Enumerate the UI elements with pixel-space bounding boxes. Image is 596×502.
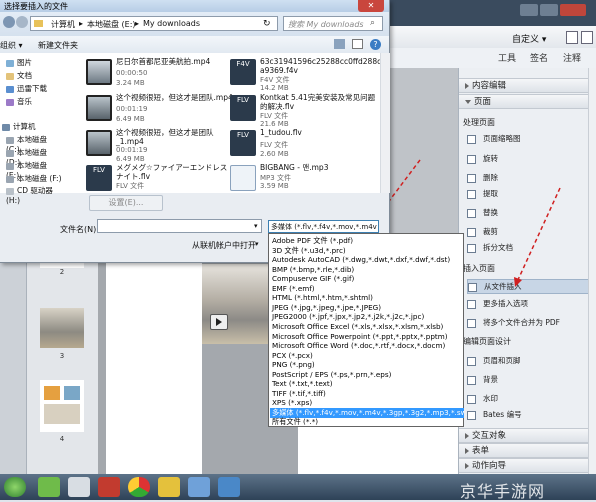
computer-icon xyxy=(2,123,10,131)
insert-file-dialog: 选择要插入的文件 ✕ 计算机 ▸ 本地磁盘 (E:) ▸ My download… xyxy=(0,0,390,263)
filetype-option[interactable]: 所有文件 (*.*) xyxy=(270,417,464,427)
filetype-dropdown-list: Adobe PDF 文件 (*.pdf) 3D 文件 (*.u3d,*.prc) A… xyxy=(268,233,464,427)
breadcrumb-computer[interactable]: 计算机 xyxy=(51,19,75,30)
navigation-pane: 图片 文档 迅雷下载 音乐 计算机 本地磁盘 (C:) 本地磁盘 (D:) 本地… xyxy=(0,53,63,205)
search-icon[interactable]: ⌕ xyxy=(370,18,375,28)
chevron-down-icon: ▾ xyxy=(255,240,259,248)
flv-file-icon: FLV xyxy=(86,165,112,191)
nav-computer[interactable]: 计算机 xyxy=(2,121,36,132)
file-list-scrollbar[interactable] xyxy=(380,53,390,193)
breadcrumb-separator: ▸ xyxy=(79,19,84,28)
file-item[interactable]: BIGBANG - 맨.mp3 MP3 文件 3.59 MB xyxy=(230,163,378,195)
pictures-icon xyxy=(6,59,14,67)
back-icon[interactable] xyxy=(3,16,15,28)
view-icon[interactable] xyxy=(334,39,345,49)
open-from-online-account-button[interactable]: 从联机帐户中打开 xyxy=(192,240,256,251)
dialog-close-button[interactable]: ✕ xyxy=(358,0,384,12)
help-icon[interactable]: ? xyxy=(370,39,381,50)
taskbar-app-icon[interactable] xyxy=(158,477,180,497)
nav-music[interactable]: 音乐 xyxy=(6,96,32,107)
nav-documents[interactable]: 文档 xyxy=(6,70,32,81)
breadcrumb-separator: ▸ xyxy=(135,19,140,28)
drive-icon xyxy=(6,175,14,183)
video-thumbnail-icon xyxy=(86,59,112,85)
dialog-toolbar: 组织 ▾ 新建文件夹 ? xyxy=(0,36,389,54)
music-icon xyxy=(6,98,14,106)
watermark-text: 京华手游网 xyxy=(460,482,546,501)
file-item[interactable]: 尼日尔首都尼亚美航拍.mp4 00:00:50 3.24 MB xyxy=(86,57,234,89)
download-folder-icon xyxy=(6,85,14,93)
search-input[interactable]: 搜索 My downloads xyxy=(288,19,364,30)
dialog-title: 选择要插入的文件 xyxy=(4,2,68,11)
filename-input[interactable] xyxy=(97,219,262,233)
file-item[interactable]: FLV Kontkat 5.41完美安装及常见问题 的解决.flv FLV 文件… xyxy=(230,93,378,128)
address-bar[interactable]: 计算机 ▸ 本地磁盘 (E:) ▸ My downloads ↻ xyxy=(30,16,278,31)
audio-file-icon xyxy=(230,165,256,191)
file-item[interactable]: F4V 63c31941596c25288cc0ffd288d a9369.f4… xyxy=(230,57,382,92)
drive-icon xyxy=(6,149,14,157)
nav-thunder-downloads[interactable]: 迅雷下载 xyxy=(6,83,47,94)
documents-icon xyxy=(6,72,14,80)
f4v-file-icon: F4V xyxy=(230,59,256,85)
folder-icon xyxy=(34,20,43,27)
forward-icon[interactable] xyxy=(16,16,28,28)
settings-button[interactable]: 设置(E)... xyxy=(89,195,163,211)
new-folder-button[interactable]: 新建文件夹 xyxy=(38,40,78,51)
video-thumbnail-icon xyxy=(86,95,112,121)
arrow-to-insert xyxy=(516,187,561,283)
start-orb-icon[interactable] xyxy=(4,477,26,497)
organize-button[interactable]: 组织 ▾ xyxy=(0,40,23,51)
dialog-titlebar: 选择要插入的文件 ✕ xyxy=(0,0,389,12)
flv-file-icon: FLV xyxy=(230,95,256,121)
arrowhead-insert xyxy=(514,277,522,287)
nav-drive-f[interactable]: 本地磁盘 (F:) xyxy=(6,173,62,184)
file-item[interactable]: 这个视频很短，但这才是团队.mp4 00:01:19 6.49 MB xyxy=(86,93,234,125)
filetype-select[interactable]: 多媒体 (*.flv,*.f4v,*.mov,*.m4v xyxy=(268,220,379,233)
file-item[interactable]: FLV メグメグ☆ファイアーエンドレス ナイト.flv FLV 文件 xyxy=(86,163,234,195)
taskbar-app-icon[interactable] xyxy=(68,477,90,497)
taskbar-app-icon[interactable] xyxy=(218,477,240,497)
file-item[interactable]: 这个视频很短，但这才是团队 _1.mp4 00:01:19 6.49 MB xyxy=(86,128,234,163)
breadcrumb-folder[interactable]: My downloads xyxy=(143,19,200,28)
filename-dropdown-arrow[interactable]: ▾ xyxy=(254,222,258,230)
file-list: 尼日尔首都尼亚美航拍.mp4 00:00:50 3.24 MB F4V 63c3… xyxy=(62,53,382,195)
flv-file-icon: FLV xyxy=(230,130,256,156)
search-box[interactable]: 搜索 My downloads ⌕ xyxy=(283,16,383,31)
taskbar-app-icon[interactable] xyxy=(38,477,60,497)
refresh-icon[interactable]: ↻ xyxy=(263,19,271,29)
nav-pictures[interactable]: 图片 xyxy=(6,57,32,68)
filename-label: 文件名(N): xyxy=(60,225,99,234)
nav-cd-drive[interactable]: CD 驱动器 (H:) xyxy=(6,185,62,205)
taskbar-app-icon[interactable] xyxy=(188,477,210,497)
video-thumbnail-icon xyxy=(86,130,112,156)
breadcrumb-drive[interactable]: 本地磁盘 (E:) xyxy=(87,19,136,30)
drive-icon xyxy=(6,136,14,144)
file-item[interactable]: FLV 1_tudou.flv FLV 文件 2.60 MB xyxy=(230,128,378,160)
taskbar-chrome-icon[interactable] xyxy=(128,477,150,497)
drive-icon xyxy=(6,162,14,170)
cd-drive-icon xyxy=(6,187,14,195)
preview-pane-icon[interactable] xyxy=(352,39,363,49)
taskbar-acrobat-icon[interactable] xyxy=(98,477,120,497)
